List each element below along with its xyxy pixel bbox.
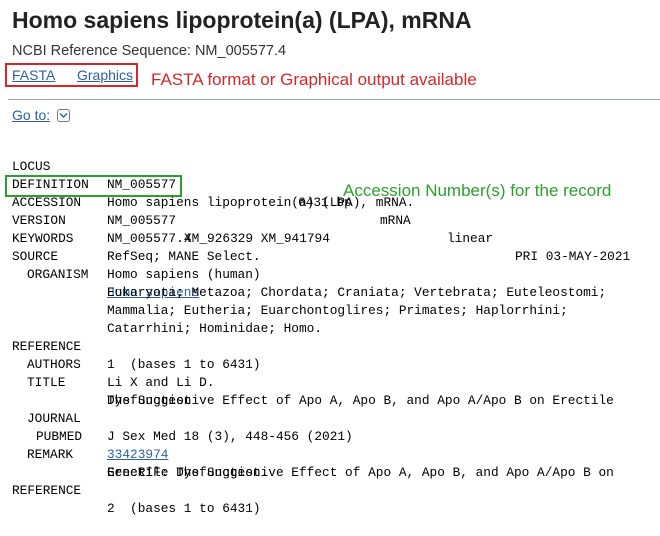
source-value: Homo sapiens (human) bbox=[107, 267, 261, 282]
definition-value: Homo sapiens lipoprotein(a) (LPA), mRNA. bbox=[107, 195, 415, 210]
lineage-line: Eukaryota; Metazoa; Chordata; Craniata; … bbox=[0, 266, 606, 300]
reference-value: 1 (bases 1 to 6431) bbox=[107, 357, 261, 372]
accession-secondary: XM_926329 XM_941794 bbox=[184, 231, 330, 246]
reference-value: 2 (bases 1 to 6431) bbox=[107, 501, 261, 516]
locus-division-date: PRI 03-MAY-2021 bbox=[515, 249, 631, 264]
locus-name: NM_005577 bbox=[107, 177, 177, 192]
version-row: VERSION NM_005577.4 bbox=[0, 194, 191, 246]
reference-2-row: REFERENCE 2 (bases 1 to 6431) bbox=[0, 464, 261, 516]
lineage-text: Mammalia; Eutheria; Euarchontoglires; Pr… bbox=[107, 303, 568, 318]
journal-key: JOURNAL bbox=[27, 411, 81, 426]
lineage-line: Mammalia; Eutheria; Euarchontoglires; Pr… bbox=[0, 284, 568, 318]
goto-label[interactable]: Go to: bbox=[12, 107, 50, 123]
definition-row: DEFINITION Homo sapiens lipoprotein(a) (… bbox=[0, 158, 414, 210]
remark-key: REMARK bbox=[27, 447, 74, 462]
lineage-text: Catarrhini; Hominidae; Homo. bbox=[107, 321, 323, 336]
accession-row: ACCESSION NM_005577 XM_926329 XM_941794 bbox=[0, 176, 330, 246]
reference-sequence-subtitle: NCBI Reference Sequence: NM_005577.4 bbox=[12, 43, 287, 59]
version-value: NM_005577.4 bbox=[107, 231, 192, 246]
organism-key: ORGANISM bbox=[27, 267, 89, 282]
locus-topology: linear bbox=[447, 231, 494, 246]
keywords-value: RefSeq; MANE Select. bbox=[107, 249, 261, 264]
organism-row: ORGANISM Homo sapiens bbox=[0, 248, 199, 300]
journal-value: J Sex Med 18 (3), 448-456 (2021) bbox=[107, 429, 353, 444]
reference-key: REFERENCE bbox=[12, 483, 82, 498]
lineage-line: Catarrhini; Hominidae; Homo. bbox=[0, 302, 322, 336]
pubmed-link[interactable]: 33423974 bbox=[107, 446, 168, 464]
links-annotation: FASTA format or Graphical output availab… bbox=[151, 70, 477, 89]
chevron-down-icon[interactable] bbox=[57, 109, 71, 122]
lineage-text: Eukaryota; Metazoa; Chordata; Craniata; … bbox=[107, 285, 607, 300]
header-divider bbox=[8, 99, 660, 100]
title-key: TITLE bbox=[27, 375, 66, 390]
keywords-row: KEYWORDS RefSeq; MANE Select. bbox=[0, 212, 261, 264]
title-row: TITLE The Suggestive Effect of Apo A, Ap… bbox=[0, 356, 614, 408]
remark-row: REMARK GeneRIF: The Suggestive Effect of… bbox=[0, 428, 614, 480]
title-value: Dysfunction bbox=[107, 393, 192, 408]
source-row: SOURCE Homo sapiens (human) bbox=[0, 230, 261, 282]
page-title: Homo sapiens lipoprotein(a) (LPA), mRNA bbox=[12, 7, 472, 33]
authors-row: AUTHORS Li X and Li D. bbox=[0, 338, 215, 390]
locus-row: LOCUS NM_005577 6431 bp mRNA linear PRI … bbox=[0, 140, 630, 264]
remark-continuation: Erectile Dysfunction. bbox=[0, 446, 268, 480]
locus-moltype: mRNA bbox=[380, 213, 411, 228]
accession-primary: NM_005577 bbox=[107, 213, 177, 228]
remark-value: Erectile Dysfunction. bbox=[107, 465, 269, 480]
graphics-link[interactable]: Graphics bbox=[77, 67, 133, 83]
authors-value: Li X and Li D. bbox=[107, 375, 215, 390]
authors-key: AUTHORS bbox=[27, 357, 81, 372]
reference-1-row: REFERENCE 1 (bases 1 to 6431) bbox=[0, 320, 261, 372]
fasta-link[interactable]: FASTA bbox=[12, 67, 55, 83]
pubmed-key: PUBMED bbox=[36, 429, 83, 444]
journal-row: JOURNAL J Sex Med 18 (3), 448-456 (2021) bbox=[0, 392, 353, 444]
title-continuation: Dysfunction bbox=[0, 374, 191, 408]
pubmed-row: PUBMED 33423974 bbox=[0, 410, 168, 462]
goto-menu[interactable]: Go to: bbox=[12, 107, 71, 123]
